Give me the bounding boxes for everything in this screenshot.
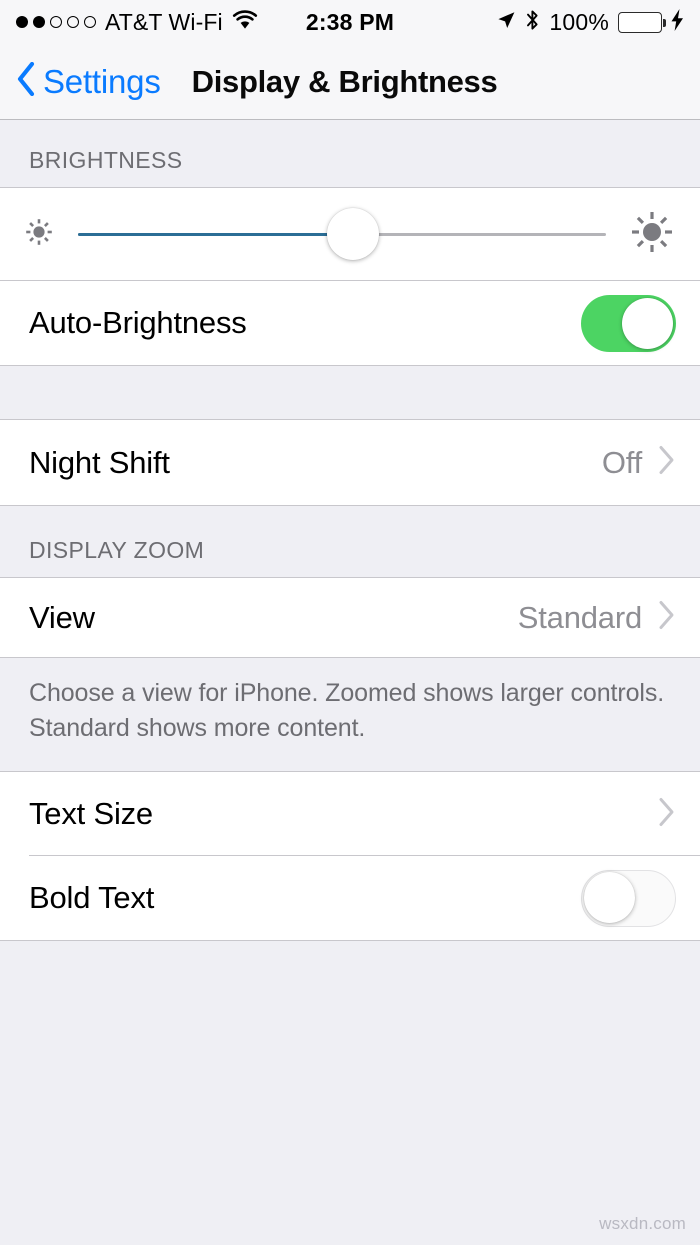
chevron-left-icon (16, 61, 36, 101)
brightness-group: Auto-Brightness (0, 187, 700, 366)
text-group: Text Size Bold Text (0, 771, 700, 941)
section-header-display-zoom: DISPLAY ZOOM (0, 506, 700, 577)
back-button[interactable]: Settings (16, 61, 161, 101)
battery-icon (618, 11, 666, 33)
lightning-bolt-icon (671, 8, 684, 36)
sun-small-icon (22, 215, 56, 254)
bold-text-label: Bold Text (29, 880, 155, 915)
text-size-right (658, 797, 676, 832)
slider-thumb[interactable] (326, 208, 379, 260)
cellular-signal-dots-icon (16, 16, 96, 28)
night-shift-row[interactable]: Night Shift Off (0, 420, 700, 505)
status-bar: AT&T Wi-Fi 2:38 PM 100% (0, 0, 700, 44)
section-header-brightness: BRIGHTNESS (0, 120, 700, 187)
text-size-row[interactable]: Text Size (0, 772, 700, 856)
back-button-label: Settings (43, 62, 161, 100)
carrier-label: AT&T Wi-Fi (105, 8, 223, 35)
auto-brightness-label: Auto-Brightness (29, 305, 247, 340)
view-value: Standard (517, 599, 642, 635)
status-bar-right: 100% (496, 8, 684, 36)
chevron-right-icon (658, 445, 676, 480)
bold-text-row[interactable]: Bold Text (0, 856, 700, 940)
sun-large-icon (628, 208, 676, 261)
night-shift-right: Off (602, 445, 676, 481)
battery-percent-label: 100% (549, 8, 609, 35)
location-arrow-icon (496, 10, 516, 35)
iphone-settings-screen: AT&T Wi-Fi 2:38 PM 100% Settings Display… (0, 0, 700, 1245)
brightness-slider-track[interactable] (78, 208, 606, 260)
clock-label: 2:38 PM (305, 8, 395, 35)
group-gap-1 (0, 366, 700, 419)
chevron-right-icon (658, 600, 676, 635)
slider-track-fill (78, 232, 353, 236)
night-shift-label: Night Shift (29, 444, 170, 480)
page-title: Display & Brightness (191, 63, 498, 99)
night-shift-group: Night Shift Off (0, 419, 700, 506)
view-label: View (29, 599, 95, 635)
status-bar-left: AT&T Wi-Fi (16, 9, 258, 36)
auto-brightness-right (581, 294, 676, 352)
auto-brightness-toggle[interactable] (581, 294, 676, 352)
watermark: wsxdn.com (599, 1214, 686, 1233)
navigation-bar: Settings Display & Brightness (0, 44, 700, 120)
group-gap-2 (0, 745, 700, 771)
chevron-right-icon (658, 797, 676, 832)
display-zoom-footer-note: Choose a view for iPhone. Zoomed shows l… (0, 658, 700, 745)
view-right: Standard (518, 600, 676, 636)
toggle-knob (583, 872, 635, 923)
view-row[interactable]: View Standard (0, 578, 700, 657)
bold-text-right (581, 869, 676, 927)
display-zoom-group: View Standard (0, 577, 700, 658)
auto-brightness-row[interactable]: Auto-Brightness (0, 280, 700, 365)
bold-text-toggle[interactable] (581, 869, 676, 927)
wifi-icon (232, 9, 258, 35)
toggle-knob (622, 297, 673, 349)
night-shift-value: Off (601, 444, 642, 480)
bluetooth-icon (525, 9, 540, 36)
brightness-slider-row[interactable] (0, 188, 700, 280)
text-size-label: Text Size (29, 796, 153, 831)
